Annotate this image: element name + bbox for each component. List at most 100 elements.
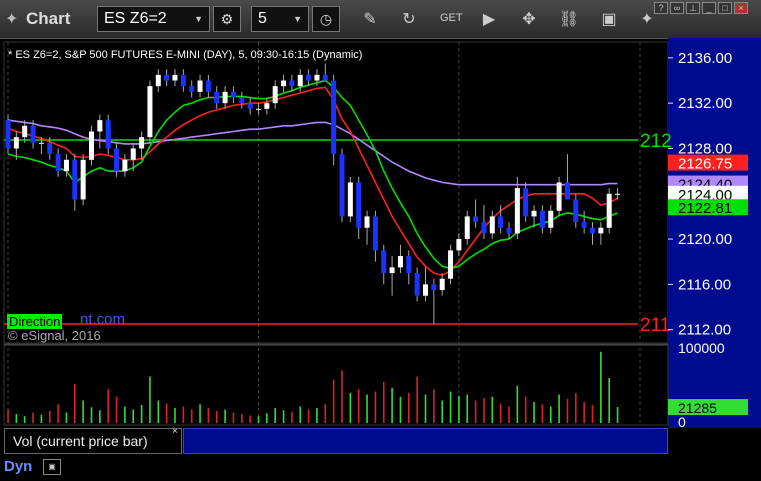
candle-body (197, 80, 203, 92)
candle-body (13, 137, 19, 149)
candle-body (456, 239, 462, 251)
copyright-text: © eSignal, 2016 (8, 328, 101, 343)
candle-body (264, 103, 270, 109)
candle-body (30, 125, 36, 143)
link-icon[interactable]: ⛓ (558, 9, 580, 29)
candle-body (406, 256, 412, 274)
candle-body (147, 86, 153, 138)
candle-body (331, 80, 337, 155)
candle-body (139, 137, 145, 149)
volume-pane[interactable] (3, 343, 669, 426)
candle-body (239, 97, 245, 104)
candle-body (372, 216, 378, 251)
volume-axis-label: 100000 (678, 340, 725, 356)
candle-body (5, 120, 11, 149)
candle-body (97, 120, 103, 132)
interval-selector[interactable]: 5 ▼ (251, 6, 309, 32)
candle-body (322, 74, 328, 81)
candle-body (414, 273, 420, 296)
candle-body (564, 182, 570, 200)
candle-body (381, 250, 387, 274)
chart-canvas[interactable]: 2122112136.002132.002128.002124.002120.0… (0, 38, 761, 481)
price-tick-label: 2116.00 (678, 276, 731, 293)
candle-body (506, 227, 512, 234)
play-icon[interactable]: ▶ (478, 9, 500, 29)
candle-body (172, 74, 178, 81)
candle-body (289, 80, 295, 87)
level-label: 212 (640, 131, 672, 152)
chart-app-icon: ✦ (5, 11, 19, 28)
volume-axis-label: 0 (678, 414, 686, 430)
candle-body (105, 120, 111, 149)
candle-body (122, 159, 128, 172)
volume-pane-label[interactable]: Vol (current price bar) (4, 428, 182, 454)
candle-body (473, 216, 479, 223)
chevron-down-icon[interactable]: ▼ (194, 7, 203, 31)
candle-body (514, 188, 520, 234)
candle-body (89, 131, 94, 160)
chart-description: * ES Z6=2, S&P 500 FUTURES E-MINI (DAY),… (8, 49, 363, 61)
volume-current-value: 21285 (678, 400, 717, 416)
candle-body (423, 284, 428, 296)
candle-body (314, 74, 320, 81)
cursor-icon[interactable]: ✥ (518, 9, 540, 29)
dynamic-label[interactable]: Dyn (4, 458, 32, 475)
price-label-value: 2122.81 (678, 200, 732, 217)
symbol-selector[interactable]: ES Z6=2 ▼ (97, 6, 210, 32)
interval-clock-button[interactable]: ◷ (312, 6, 340, 32)
pencil-icon[interactable]: ✎ (359, 9, 381, 29)
watermark-badge: Direction (7, 314, 63, 329)
candle-body (55, 154, 61, 172)
candle-body (523, 188, 529, 217)
maximize-icon[interactable]: □ (718, 2, 732, 14)
candle-body (47, 142, 53, 155)
candle-body (306, 74, 312, 81)
candle-body (230, 91, 236, 98)
candle-body (489, 216, 495, 234)
volume-label-text: Vol (current price bar) (13, 433, 148, 449)
candle-body (214, 91, 220, 104)
price-label-value: 2126.75 (678, 156, 732, 173)
clock-icon: ◷ (319, 11, 333, 27)
candle-body (347, 182, 353, 217)
candle-body (256, 108, 261, 110)
candle-body (464, 216, 470, 240)
candle-body (189, 86, 195, 92)
get-data-icon[interactable]: GET (440, 12, 463, 24)
candle-body (272, 86, 278, 104)
candle-body (615, 193, 621, 195)
level-label: 211 (640, 315, 670, 336)
candle-body (63, 159, 69, 172)
title-bar: ✦ Chart ES Z6=2 ▼ ⚙ 5 ▼ ◷ ✎ ↻ GET ▶ ⛓ ▣ … (0, 0, 761, 39)
candle-body (606, 193, 612, 228)
candle-body (573, 199, 579, 223)
candle-body (498, 216, 504, 228)
question-icon[interactable]: ? (654, 2, 668, 14)
candle-body (598, 227, 604, 234)
volume-info-bar (183, 428, 668, 454)
symbol-settings-button[interactable]: ⚙ (213, 6, 241, 32)
minimize-icon[interactable]: _ (702, 2, 716, 14)
chevron-down-icon[interactable]: ▼ (293, 7, 302, 31)
refresh-icon[interactable]: ↻ (398, 9, 420, 29)
candle-body (130, 148, 136, 160)
close-icon[interactable]: × (172, 426, 178, 437)
candle-body (581, 222, 587, 228)
candle-body (397, 256, 403, 268)
link-window-icon[interactable]: ∞ (670, 2, 684, 14)
candle-body (247, 103, 253, 109)
dynamic-toggle-icon[interactable]: ▣ (43, 459, 61, 475)
interval-value: 5 (258, 10, 267, 27)
close-icon[interactable]: × (734, 2, 748, 14)
candle-body (297, 74, 303, 87)
candle-body (114, 148, 120, 172)
candle-body (22, 125, 28, 138)
screenshot-icon[interactable]: ▣ (598, 9, 620, 29)
candle-body (539, 210, 545, 228)
candle-body (389, 267, 395, 274)
price-tick-label: 2112.00 (678, 322, 731, 339)
candle-body (439, 278, 445, 291)
symbol-value: ES Z6=2 (104, 10, 167, 27)
candle-body (356, 182, 362, 228)
pin-icon[interactable]: ⊥ (686, 2, 700, 14)
